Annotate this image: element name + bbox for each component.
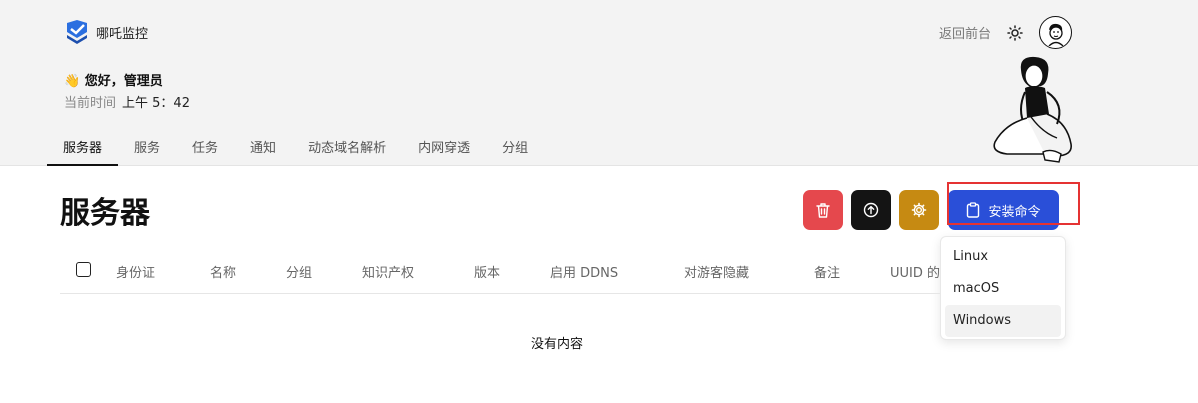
column-header-name[interactable]: 名称 — [210, 262, 236, 281]
column-header-note[interactable]: 备注 — [814, 262, 840, 281]
clipboard-icon — [967, 202, 980, 218]
column-header-version[interactable]: 版本 — [474, 262, 500, 281]
logo-icon — [67, 20, 87, 44]
tab-ddns[interactable]: 动态域名解析 — [292, 128, 402, 166]
header-actions: 返回前台 — [939, 16, 1072, 49]
user-avatar[interactable] — [1039, 16, 1072, 49]
select-all-checkbox[interactable] — [76, 262, 91, 277]
upgrade-button[interactable] — [851, 190, 891, 230]
empty-state-text: 没有内容 — [531, 337, 584, 352]
arrow-up-circle-icon — [863, 202, 879, 218]
tab-servers[interactable]: 服务器 — [47, 128, 119, 166]
sitting-person-illustration — [993, 56, 1072, 163]
dropdown-item-macos[interactable]: macOS — [945, 273, 1061, 305]
install-command-label: 安装命令 — [988, 204, 1041, 220]
column-header-ip[interactable]: 知识产权 — [362, 262, 414, 281]
dropdown-item-linux[interactable]: Linux — [945, 241, 1061, 273]
tab-notifications[interactable]: 通知 — [234, 128, 292, 166]
time-label: 当前时间 — [64, 96, 117, 111]
tab-nat[interactable]: 内网穿透 — [402, 128, 486, 166]
back-to-frontend-link[interactable]: 返回前台 — [939, 23, 991, 42]
greeting-text: 👋 您好，管理员 — [64, 74, 163, 89]
column-header-uuid[interactable]: UUID 的 — [890, 262, 940, 281]
tab-tasks[interactable]: 任务 — [176, 128, 234, 166]
main-tabs: 服务器 服务 任务 通知 动态域名解析 内网穿透 分组 — [47, 128, 544, 166]
sun-icon — [1007, 24, 1023, 41]
time-value: 上午 5：42 — [122, 96, 190, 111]
gear-icon — [911, 202, 927, 218]
avatar-face-icon — [1048, 23, 1063, 46]
delete-button[interactable] — [803, 190, 843, 230]
trash-icon — [816, 202, 830, 218]
tab-services[interactable]: 服务 — [118, 128, 176, 166]
current-time: 当前时间 上午 5：42 — [64, 92, 190, 111]
config-button[interactable] — [899, 190, 939, 230]
column-header-id[interactable]: 身份证 — [116, 262, 155, 281]
theme-toggle-button[interactable] — [1005, 23, 1025, 43]
table-header: 身份证 名称 分组 知识产权 版本 启用 DDNS 对游客隐藏 备注 UUID … — [60, 248, 940, 294]
tab-groups[interactable]: 分组 — [486, 128, 544, 166]
page-title: 服务器 — [60, 196, 150, 231]
column-header-hide-for-guest[interactable]: 对游客隐藏 — [684, 262, 749, 281]
brand[interactable]: 哪吒监控 — [66, 20, 148, 44]
brand-name: 哪吒监控 — [96, 26, 149, 42]
column-header-group[interactable]: 分组 — [286, 262, 312, 281]
column-header-ddns[interactable]: 启用 DDNS — [550, 262, 618, 281]
dropdown-item-windows[interactable]: Windows — [945, 305, 1061, 337]
install-command-button[interactable]: 安装命令 — [948, 190, 1059, 230]
install-os-dropdown: Linux macOS Windows — [940, 236, 1066, 340]
